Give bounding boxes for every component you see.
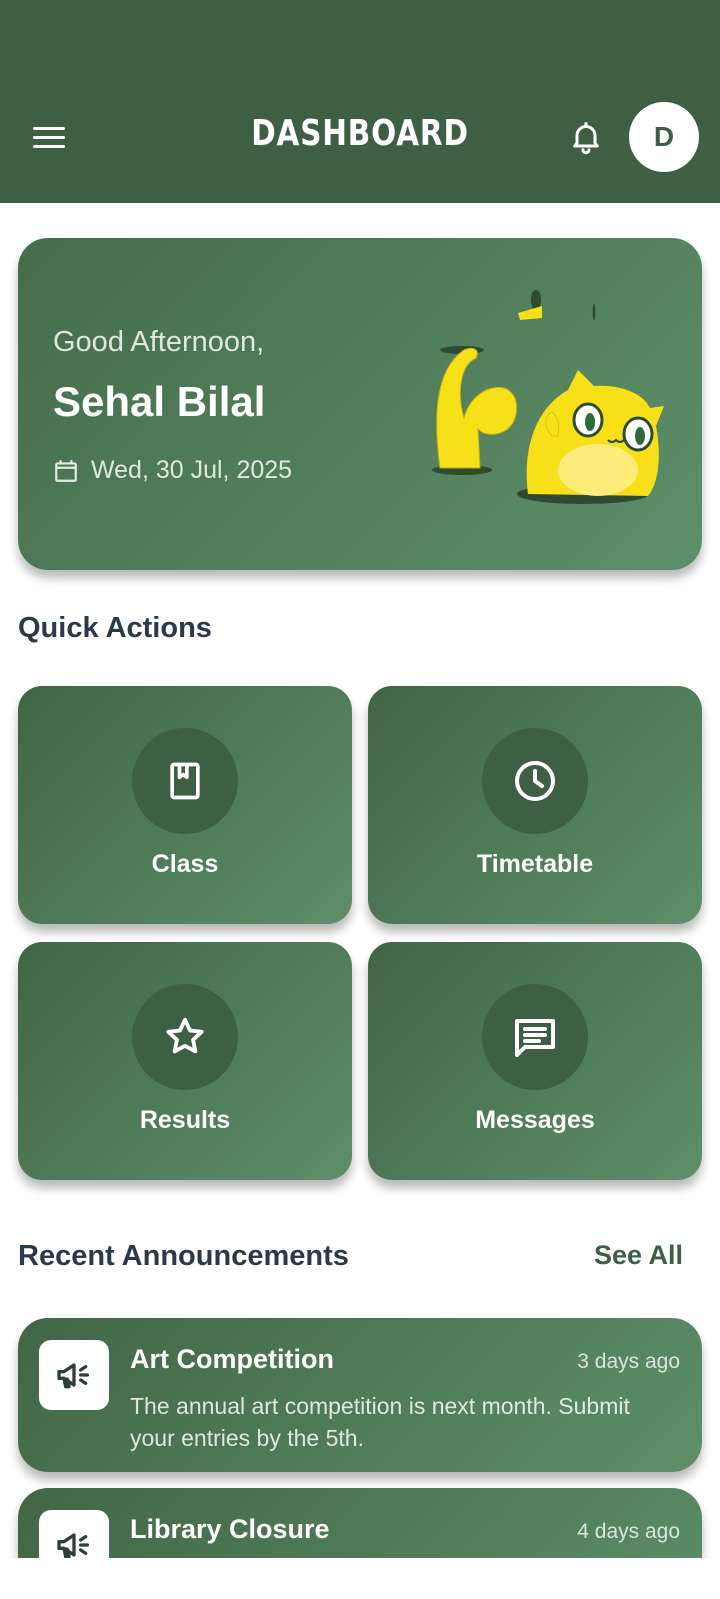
greeting-salutation: Good Afternoon, [53, 326, 265, 358]
bell-icon [573, 122, 599, 155]
announcement-time: 3 days ago [577, 1350, 680, 1373]
quick-action-label: Results [139, 1106, 231, 1134]
app-bar: DASHBOARD D [0, 0, 720, 203]
announcement-title: Art Competition [130, 1344, 334, 1374]
clock-icon [515, 761, 555, 801]
cat-mascot-illustration [432, 290, 664, 504]
bottom-safe-area [0, 1558, 720, 1599]
quick-action-messages[interactable]: Messages [368, 942, 702, 1180]
calendar-icon [55, 459, 77, 482]
user-name: Sehal Bilal [53, 378, 266, 425]
quick-action-class[interactable]: Class [18, 686, 352, 924]
quick-action-label: Messages [475, 1106, 595, 1134]
announcement-time: 4 days ago [577, 1520, 680, 1543]
quick-action-label: Class [151, 850, 219, 878]
star-icon [166, 1017, 204, 1054]
page-title: DASHBOARD [251, 113, 469, 154]
announcements-title: Recent Announcements [18, 1240, 349, 1272]
avatar[interactable]: D [629, 102, 699, 172]
hamburger-icon [33, 127, 65, 130]
see-all-link[interactable]: See All [594, 1240, 683, 1271]
quick-action-label: Timetable [476, 850, 594, 878]
greeting-card: Good Afternoon, Sehal Bilal Wed, 30 Jul,… [18, 238, 702, 570]
quick-action-timetable[interactable]: Timetable [368, 686, 702, 924]
announcement-body: The annual art competition is next month… [130, 1393, 630, 1451]
message-icon [515, 1019, 555, 1057]
megaphone-icon [57, 1363, 90, 1389]
quick-actions-title: Quick Actions [18, 612, 212, 644]
menu-button[interactable] [28, 118, 68, 158]
announcement-card[interactable]: Art Competition 3 days ago The annual ar… [18, 1318, 702, 1472]
date-row: Wed, 30 Jul, 2025 [53, 456, 292, 485]
current-date: Wed, 30 Jul, 2025 [91, 456, 293, 484]
quick-action-results[interactable]: Results [18, 942, 352, 1180]
announcement-title: Library Closure [130, 1514, 330, 1544]
notifications-button[interactable] [568, 117, 604, 157]
book-icon [170, 762, 200, 800]
